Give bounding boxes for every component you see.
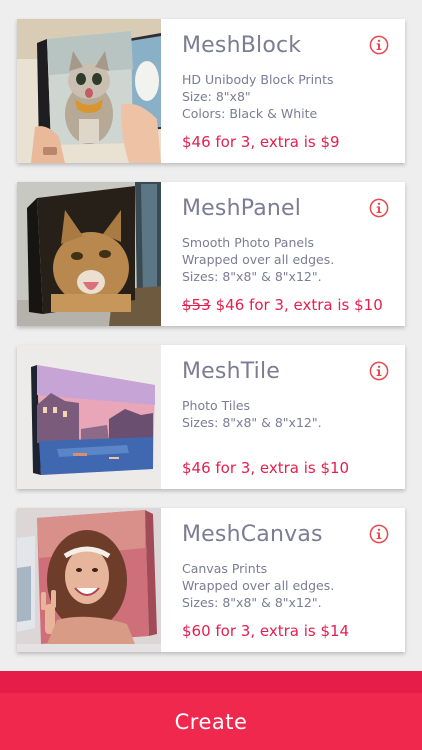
description-line: Wrapped over all edges. — [182, 252, 335, 267]
product-price: $46 for 3, extra is $9 — [182, 133, 340, 151]
info-circle-icon[interactable] — [369, 198, 389, 218]
description-line: Sizes: 8"x8" & 8"x12". — [182, 595, 322, 610]
info-circle-icon[interactable] — [369, 35, 389, 55]
description-line: HD Unibody Block Prints — [182, 72, 334, 87]
description-line: Canvas Prints — [182, 561, 268, 576]
footer-bar: Create — [0, 671, 422, 750]
product-description: Smooth Photo Panels Wrapped over all edg… — [182, 234, 334, 285]
product-card-meshpanel[interactable]: MeshPanel Smooth Photo Panels Wrapped ov… — [17, 182, 405, 326]
description-line: Photo Tiles — [182, 398, 251, 413]
product-title: MeshBlock — [182, 33, 302, 58]
description-line: Sizes: 8"x8" & 8"x12". — [182, 269, 322, 284]
product-description: Photo Tiles Sizes: 8"x8" & 8"x12". — [182, 397, 322, 431]
create-button[interactable]: Create — [0, 693, 422, 750]
description-line: Smooth Photo Panels — [182, 235, 315, 250]
product-price: $53 $46 for 3, extra is $10 — [182, 296, 383, 314]
product-price: $46 for 3, extra is $10 — [182, 459, 349, 477]
info-circle-icon[interactable] — [369, 524, 389, 544]
cat-photo-panel-image — [17, 182, 161, 326]
product-title: MeshPanel — [182, 196, 302, 221]
product-title: MeshTile — [182, 359, 281, 384]
description-line: Colors: Black & White — [182, 106, 318, 121]
venice-photo-tile-image — [17, 345, 161, 489]
description-line: Size: 8"x8" — [182, 89, 251, 104]
product-title: MeshCanvas — [182, 522, 323, 547]
price-text: $60 for 3, extra is $14 — [182, 622, 350, 640]
product-description: HD Unibody Block Prints Size: 8"x8" Colo… — [182, 71, 333, 122]
product-card-meshcanvas[interactable]: MeshCanvas Canvas Prints Wrapped over al… — [17, 508, 405, 652]
footer-strip — [0, 671, 422, 693]
product-card-meshblock[interactable]: MeshBlock HD Unibody Block Prints Size: … — [17, 19, 405, 163]
product-image-meshpanel — [17, 182, 161, 326]
product-description: Canvas Prints Wrapped over all edges. Si… — [182, 560, 334, 611]
description-line: Wrapped over all edges. — [182, 578, 335, 593]
product-image-meshcanvas — [17, 508, 161, 652]
product-card-meshtile[interactable]: MeshTile Photo Tiles Sizes: 8"x8" & 8"x1… — [17, 345, 405, 489]
old-price: $53 — [182, 296, 211, 314]
price-text: $46 for 3, extra is $10 — [215, 296, 383, 314]
price-text: $46 for 3, extra is $10 — [182, 459, 350, 477]
price-text: $46 for 3, extra is $9 — [182, 133, 340, 151]
product-price: $60 for 3, extra is $14 — [182, 622, 349, 640]
woman-photo-canvas-image — [17, 508, 161, 652]
product-image-meshblock — [17, 19, 161, 163]
info-circle-icon[interactable] — [369, 361, 389, 381]
cat-photo-block-image — [17, 19, 161, 163]
description-line: Sizes: 8"x8" & 8"x12". — [182, 415, 322, 430]
product-image-meshtile — [17, 345, 161, 489]
